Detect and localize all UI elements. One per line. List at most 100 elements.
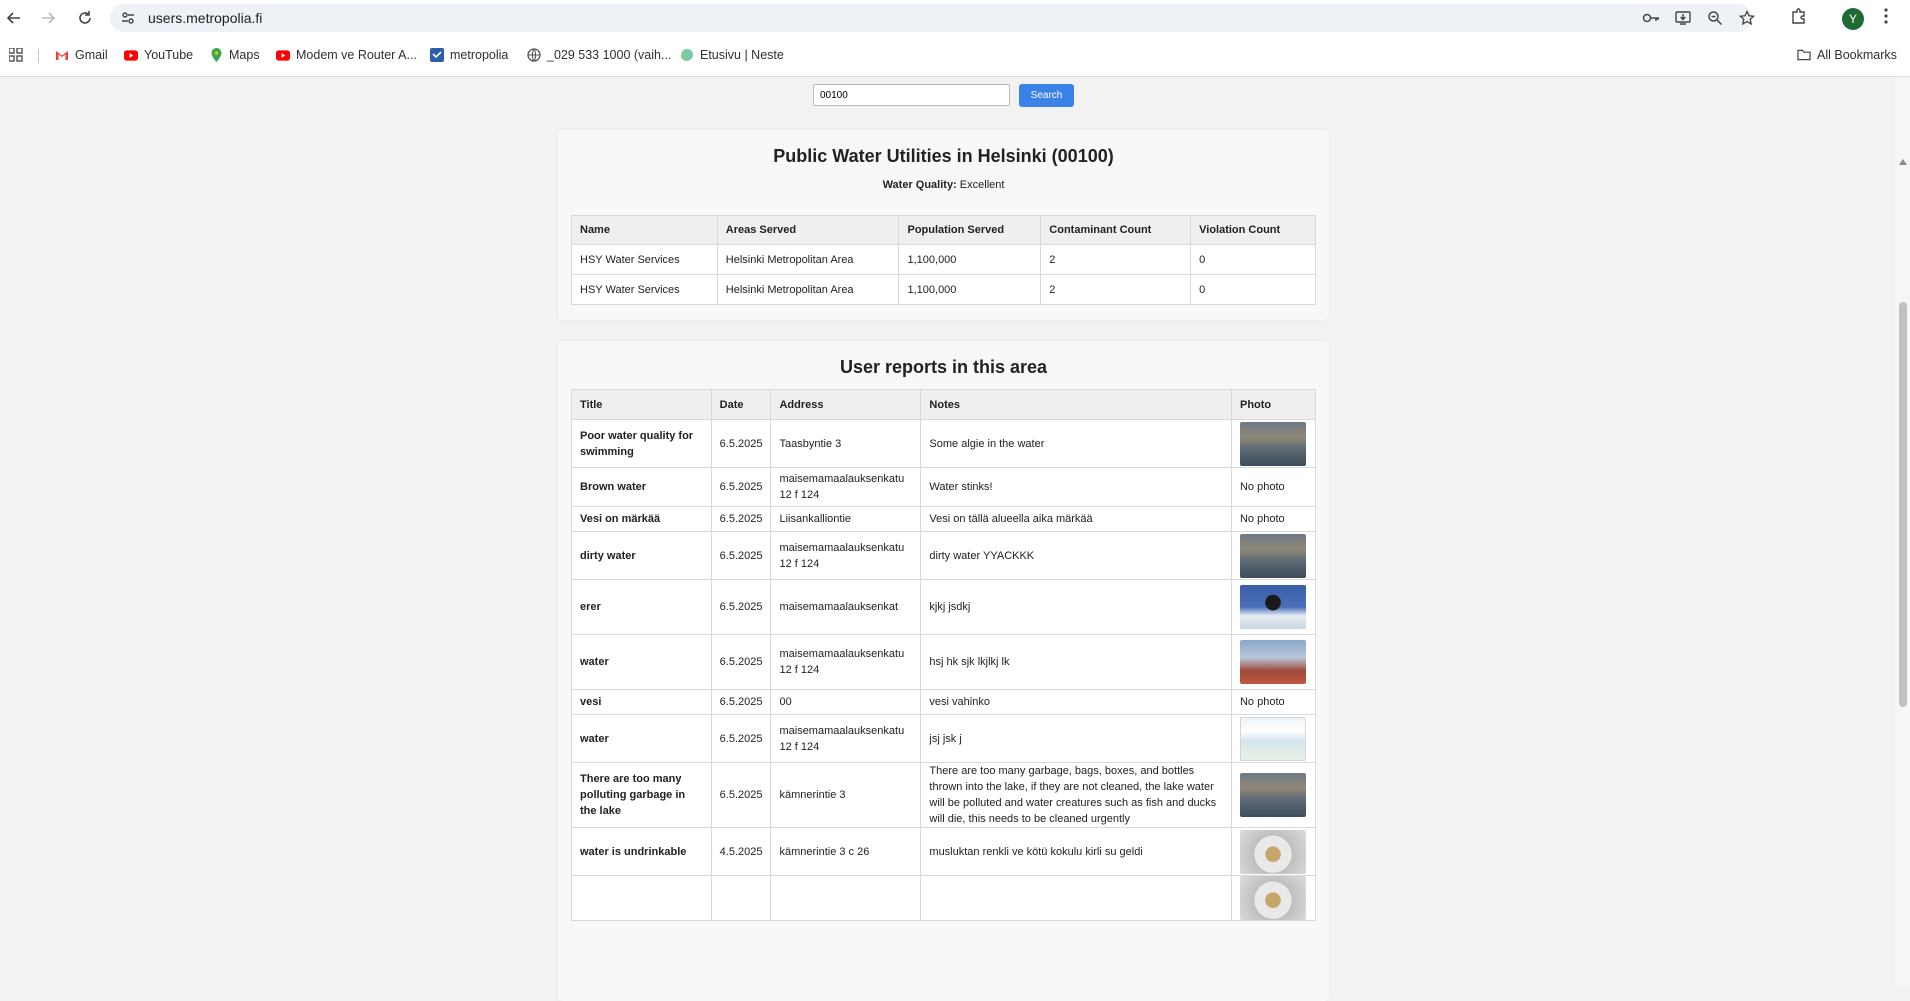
- report-photo-thumbnail[interactable]: [1239, 533, 1306, 578]
- report-date: 6.5.2025: [710, 714, 772, 763]
- browser-toolbar: users.metropolia.fi Y: [0, 0, 1910, 35]
- report-photo-thumbnail[interactable]: [1239, 421, 1306, 466]
- report-photo-thumbnail[interactable]: [1239, 585, 1306, 629]
- report-address: kämnerintie 3: [770, 762, 922, 828]
- profile-avatar[interactable]: Y: [1842, 8, 1864, 30]
- report-date: 6.5.2025: [710, 689, 772, 715]
- report-photo-cell: [1230, 419, 1317, 468]
- report-date: 6.5.2025: [710, 579, 772, 635]
- bookmark-metropolia[interactable]: metropolia: [430, 48, 508, 62]
- report-notes: There are too many garbage, bags, boxes,…: [920, 762, 1232, 828]
- report-address: 00: [770, 689, 922, 715]
- page-scrollbar[interactable]: [1895, 77, 1910, 987]
- report-address: maisemamaalauksenkatu 12 f 124: [770, 634, 922, 690]
- bookmark-label: Maps: [229, 48, 260, 62]
- back-icon[interactable]: [4, 8, 24, 28]
- report-date: 6.5.2025: [710, 467, 772, 507]
- report-notes: musluktan renkli ve kötü kokulu kirli su…: [920, 827, 1232, 876]
- report-date: 6.5.2025: [710, 419, 772, 468]
- utilities-title: Public Water Utilities in Helsinki (0010…: [773, 146, 1114, 166]
- bookmark-youtube[interactable]: YouTube: [124, 48, 193, 62]
- column-header: Date: [710, 389, 772, 420]
- column-header: Title: [571, 389, 712, 420]
- bookmark-label: YouTube: [144, 48, 194, 62]
- report-address: maisemamaalauksenkatu 12 f 124: [770, 531, 922, 580]
- report-photo-cell: No photo: [1230, 506, 1317, 532]
- report-title: Poor water quality for swimming: [571, 419, 712, 468]
- report-date: [710, 875, 772, 921]
- scrollbar-thumb[interactable]: [1899, 302, 1907, 707]
- report-title: Brown water: [571, 467, 712, 507]
- report-date: 4.5.2025: [710, 827, 772, 876]
- report-photo-thumbnail[interactable]: [1239, 773, 1306, 817]
- table-row: There are too many polluting garbage in …: [571, 762, 1317, 828]
- column-header: Contaminant Count: [1040, 215, 1192, 245]
- report-photo-cell: [1230, 762, 1317, 828]
- utilities-table: Name Areas Served Population Served Cont…: [571, 215, 1316, 305]
- report-date: 6.5.2025: [710, 531, 772, 580]
- report-photo-cell: No photo: [1230, 467, 1317, 507]
- utility-population: 1,100,000: [898, 244, 1042, 275]
- report-photo-cell: [1230, 634, 1317, 690]
- bookmark-maps[interactable]: Maps: [209, 48, 260, 62]
- report-title: water: [571, 714, 712, 763]
- table-row: [571, 875, 1317, 921]
- report-photo-cell: [1230, 714, 1317, 763]
- menu-kebab-icon[interactable]: [1883, 7, 1889, 30]
- url-text[interactable]: users.metropolia.fi: [148, 10, 262, 26]
- reload-icon[interactable]: [75, 8, 95, 28]
- report-address: Taasbyntie 3: [770, 419, 922, 468]
- all-bookmarks[interactable]: All Bookmarks: [1797, 48, 1897, 62]
- bookmarks-separator: [38, 49, 39, 63]
- apps-grid-icon[interactable]: [9, 48, 23, 62]
- bookmark-modem[interactable]: Modem ve Router A...: [276, 48, 417, 62]
- report-notes: vesi vahinko: [920, 689, 1232, 715]
- globe-icon: [527, 48, 541, 62]
- report-address: [770, 875, 922, 921]
- reports-table: Title Date Address Notes Photo Poor wate…: [571, 389, 1317, 921]
- report-notes: dirty water YYACKKK: [920, 531, 1232, 580]
- report-address: kämnerintie 3 c 26: [770, 827, 922, 876]
- report-title: There are too many polluting garbage in …: [571, 762, 712, 828]
- table-row: water 6.5.2025 maisemamaalauksenkatu 12 f …: [571, 634, 1317, 690]
- scroll-up-arrow-icon[interactable]: [1899, 159, 1907, 165]
- bookmark-phone[interactable]: _029 533 1000 (vaih...: [527, 48, 671, 62]
- bookmark-label: Gmail: [75, 48, 108, 62]
- reports-title: User reports in this area: [839, 357, 1048, 377]
- bookmark-neste[interactable]: Etusivu | Neste: [680, 48, 784, 62]
- utility-name: HSY Water Services: [571, 274, 718, 305]
- report-notes: Vesi on tällä alueella aika märkää: [920, 506, 1232, 532]
- report-title: water: [571, 634, 712, 690]
- table-row: dirty water 6.5.2025 maisemamaalauksenkatu…: [571, 531, 1317, 580]
- report-photo-thumbnail[interactable]: [1239, 829, 1306, 874]
- zoom-icon[interactable]: [1707, 10, 1723, 31]
- report-photo-thumbnail[interactable]: [1239, 716, 1306, 761]
- utilities-card: Public Water Utilities in Helsinki (0010…: [558, 130, 1329, 320]
- install-app-icon[interactable]: [1675, 10, 1691, 31]
- bookmarks-bar: Gmail YouTube Maps Modem ve Router A... …: [0, 35, 1910, 77]
- report-date: 6.5.2025: [710, 634, 772, 690]
- table-header-row: Name Areas Served Population Served Cont…: [571, 215, 1316, 245]
- utility-population: 1,100,000: [898, 274, 1042, 305]
- report-notes: [920, 875, 1232, 921]
- site-settings-icon[interactable]: [120, 10, 136, 31]
- folder-icon: [1797, 48, 1811, 62]
- bookmark-star-icon[interactable]: [1738, 9, 1756, 31]
- extensions-icon[interactable]: [1790, 7, 1808, 30]
- report-photo-thumbnail[interactable]: [1239, 640, 1306, 684]
- forward-icon[interactable]: [38, 8, 58, 28]
- report-title: dirty water: [571, 531, 712, 580]
- report-date: 6.5.2025: [710, 506, 772, 532]
- report-photo-cell: No photo: [1230, 689, 1317, 715]
- utility-name: HSY Water Services: [571, 244, 718, 275]
- utility-contaminants: 2: [1040, 274, 1192, 305]
- utility-violations: 0: [1190, 244, 1316, 275]
- address-bar[interactable]: users.metropolia.fi: [110, 4, 1756, 32]
- bookmark-gmail[interactable]: Gmail: [55, 48, 108, 62]
- search-button[interactable]: Search: [1019, 84, 1074, 107]
- report-photo-thumbnail[interactable]: [1239, 876, 1306, 920]
- zip-search-input[interactable]: [813, 84, 1010, 106]
- youtube-icon: [276, 48, 290, 62]
- column-header: Name: [571, 215, 718, 245]
- password-key-icon[interactable]: [1642, 10, 1660, 31]
